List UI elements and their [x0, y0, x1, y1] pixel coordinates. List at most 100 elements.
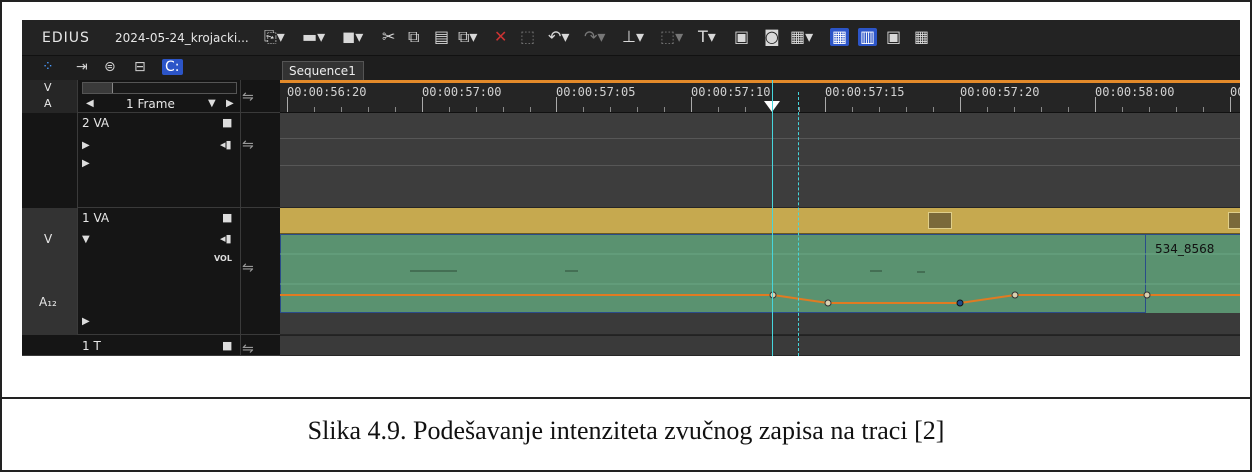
track-line — [280, 138, 1240, 139]
track-header-1t: 1 T ■ ⇋ — [22, 335, 280, 356]
effects-icon[interactable]: ▣ — [886, 28, 901, 46]
open-folder-icon[interactable]: ▬▾ — [302, 28, 325, 46]
voiceover-icon[interactable]: ◙ — [764, 28, 780, 46]
ripple-delete-icon[interactable]: ⬚ — [520, 28, 535, 46]
video-mute-icon[interactable]: ■ — [222, 339, 232, 352]
ruler-tick — [287, 97, 288, 112]
undo-icon[interactable]: ↶▾ — [548, 28, 569, 46]
track-label: 1 T — [82, 339, 101, 353]
track-label: 2 VA — [82, 116, 110, 130]
header-separator — [240, 208, 241, 334]
group-icon[interactable]: ⊟ — [134, 59, 146, 75]
zoom-dropdown-icon[interactable]: ▼ — [208, 98, 216, 109]
ruler-tick — [799, 107, 800, 112]
a-label: A — [44, 97, 52, 110]
video-mute-icon[interactable]: ■ — [222, 211, 232, 224]
zoom-decrease-icon[interactable]: ◀ — [86, 98, 94, 109]
ruler-tick — [449, 107, 450, 112]
track-line — [280, 165, 1240, 166]
zoom-slider[interactable] — [82, 82, 237, 94]
vol-mode-label[interactable]: VOL — [214, 254, 232, 263]
tc-label: 00:00:56:20 — [287, 85, 367, 99]
ruler-tick — [368, 107, 369, 112]
save-icon[interactable]: ◼▾ — [342, 28, 363, 46]
figure-caption: Slika 4.9. Podešavanje intenziteta zvučn… — [307, 416, 945, 445]
volume-keyframe[interactable] — [1011, 291, 1019, 299]
v-label: V — [44, 232, 53, 246]
tc-label: 00:00:58:00 — [1095, 85, 1175, 99]
zoom-slider-handle[interactable] — [83, 83, 113, 93]
volume-keyframe[interactable] — [1143, 291, 1151, 299]
tc-label: 00:00:57:15 — [825, 85, 905, 99]
ruler-tick — [960, 97, 961, 112]
ruler-tick — [341, 107, 342, 112]
sync-icon[interactable]: ⬚▾ — [660, 28, 683, 46]
speaker-icon[interactable]: ◂▮ — [220, 232, 232, 245]
volume-keyframe[interactable] — [824, 299, 832, 307]
new-sequence-icon[interactable]: ⎘▾ — [264, 28, 285, 46]
track-add-icon[interactable]: ⇥ — [76, 59, 88, 75]
expand-audio-icon[interactable]: ▶ — [82, 158, 90, 169]
delete-icon[interactable]: ✕ — [494, 28, 507, 46]
ruler-tick — [610, 107, 611, 112]
video-clip[interactable] — [280, 208, 1240, 234]
volume-keyframe-selected[interactable] — [956, 299, 964, 307]
insert-mode-icon[interactable]: ⊥▾ — [622, 28, 644, 46]
va-column — [22, 113, 78, 208]
volume-keyframe[interactable] — [769, 291, 777, 299]
expand-icon[interactable]: ▶ — [82, 140, 90, 151]
timecode-ruler[interactable]: 00:00:56:20 00:00:57:00 00:00:57:05 00:0… — [280, 80, 1240, 113]
settings-icon[interactable]: ▦ — [914, 28, 929, 46]
ruler-tick — [1095, 97, 1096, 112]
paste-icon[interactable]: ▤ — [434, 28, 449, 46]
ruler-tick — [745, 107, 746, 112]
ruler-tick — [395, 107, 396, 112]
project-name[interactable]: 2024-05-24_krojacki... — [115, 31, 249, 45]
ruler-tick — [906, 107, 907, 112]
tc-label: 00 — [1230, 85, 1240, 99]
ruler-tick — [718, 107, 719, 112]
sync-toggle-icon[interactable]: ⇋ — [242, 89, 254, 105]
ruler-tick — [503, 107, 504, 112]
video-mute-icon[interactable]: ■ — [222, 116, 232, 129]
speaker-icon[interactable]: ◂▮ — [220, 138, 232, 151]
track-header-1va: V A₁₂ 1 VA ■ ▼ ◂▮ VOL ▶ ⇋ — [22, 208, 280, 335]
ruler-tick — [1068, 107, 1069, 112]
collapse-icon[interactable]: ▼ — [82, 234, 90, 245]
sync-toggle-icon[interactable]: ⇋ — [242, 260, 254, 276]
sync-toggle-icon[interactable]: ⇋ — [242, 137, 254, 153]
snap-icon[interactable]: C: — [162, 59, 183, 75]
expand-icon[interactable]: ▶ — [82, 316, 90, 327]
link-icon[interactable]: ⊜ — [104, 59, 116, 75]
redo-icon[interactable]: ↷▾ — [584, 28, 605, 46]
volume-rubberband-curve[interactable] — [772, 294, 1240, 304]
main-toolbar: EDIUS 2024-05-24_krojacki... ⎘▾ ▬▾ ◼▾ ✂ … — [22, 20, 1240, 56]
cut-icon[interactable]: ✂ — [382, 28, 395, 46]
in-out-range — [280, 80, 1240, 83]
render-icon[interactable]: ▣ — [734, 28, 749, 46]
audio-waveform-overlay — [280, 253, 1240, 307]
edius-window: EDIUS 2024-05-24_krojacki... ⎘▾ ▬▾ ◼▾ ✂ … — [22, 20, 1240, 356]
timeline-cursor[interactable] — [772, 80, 773, 356]
sync-toggle-icon[interactable]: ⇋ — [242, 341, 254, 356]
tab-sequence1[interactable]: Sequence1 — [282, 61, 364, 80]
clip-thumbnail — [1228, 212, 1240, 229]
copy-icon[interactable]: ⧉ — [408, 28, 419, 46]
title-icon[interactable]: T▾ — [698, 28, 716, 46]
ruler-tick — [1041, 107, 1042, 112]
mode-icon[interactable]: ⁘ — [42, 59, 54, 75]
track-toolbar: ⁘ ⇥ ⊜ ⊟ C: — [22, 56, 280, 80]
zoom-increase-icon[interactable]: ▶ — [226, 98, 234, 109]
audio-mixer-icon[interactable]: ▥ — [858, 28, 878, 46]
track-2va-area[interactable] — [280, 113, 1240, 208]
ruler-tick — [530, 107, 531, 112]
ruler-tick — [933, 107, 934, 112]
paste-insert-icon[interactable]: ⧉▾ — [458, 28, 477, 46]
ruler-tick — [1230, 97, 1231, 112]
marker-icon[interactable]: ▦▾ — [790, 28, 813, 46]
track-label: 1 VA — [82, 211, 110, 225]
ruler-tick — [1149, 107, 1150, 112]
track-1t-area[interactable] — [280, 335, 1240, 356]
ruler-tick — [314, 107, 315, 112]
layout-icon[interactable]: ▦ — [830, 28, 850, 46]
